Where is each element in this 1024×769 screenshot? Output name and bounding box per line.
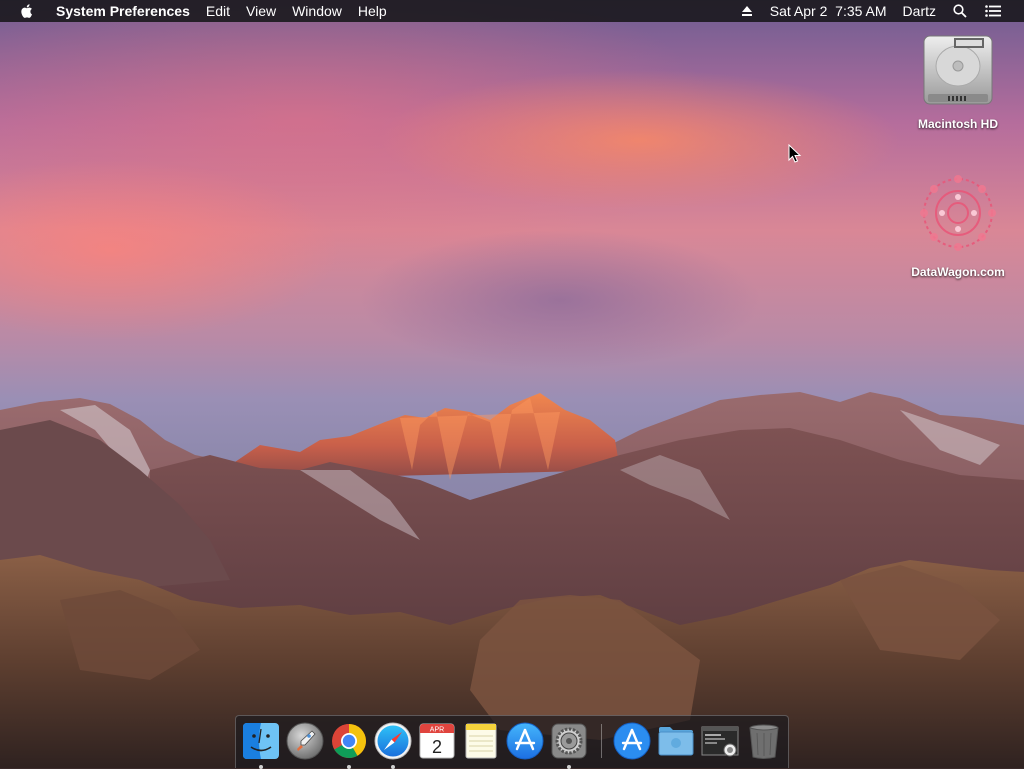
menu-clock[interactable]: Sat Apr 2 7:35 AM — [762, 0, 895, 22]
dock-app-calendar[interactable]: APR 2 — [417, 721, 457, 761]
calendar-icon: APR 2 — [419, 723, 455, 759]
running-indicator — [259, 765, 263, 769]
notes-icon — [465, 723, 497, 759]
desktop-icon-label: DataWagon.com — [911, 265, 1005, 279]
dock-app-app-store[interactable] — [505, 721, 545, 761]
gear-icon — [551, 723, 587, 759]
menu-bar: System Preferences Edit View Window Help… — [0, 0, 1024, 22]
menu-window[interactable]: Window — [284, 0, 350, 22]
hard-drive-icon — [923, 35, 993, 105]
chrome-icon — [332, 724, 366, 758]
folder-icon — [658, 727, 694, 756]
desktop-icon-datawagon[interactable]: DataWagon.com — [898, 170, 1018, 279]
dock-app-chrome[interactable] — [329, 721, 369, 769]
finder-icon — [243, 723, 279, 759]
spotlight-button[interactable] — [944, 0, 976, 22]
search-icon — [953, 4, 967, 18]
dock-stack-downloads[interactable] — [656, 721, 696, 761]
dock-app-launchpad[interactable] — [285, 721, 325, 761]
apple-logo-icon — [21, 4, 32, 18]
screenshot-thumbnail-icon — [701, 726, 739, 757]
desktop-icon-macintosh-hd[interactable]: Macintosh HD — [898, 32, 1018, 131]
dock-app-finder[interactable] — [241, 721, 281, 769]
dock-stack-screenshot[interactable] — [700, 721, 740, 761]
menu-edit[interactable]: Edit — [198, 0, 238, 22]
apple-menu[interactable] — [14, 0, 48, 22]
dock-app-safari[interactable] — [373, 721, 413, 769]
calendar-day: 2 — [432, 737, 442, 757]
dock-stack-applications[interactable] — [612, 721, 652, 761]
safari-compass-icon — [374, 722, 412, 760]
dock-stack-trash[interactable] — [744, 721, 784, 761]
calendar-month: APR — [430, 727, 444, 734]
desktop-icon-label: Macintosh HD — [917, 117, 998, 131]
menu-app-name[interactable]: System Preferences — [48, 0, 198, 22]
mandala-logo-icon — [920, 175, 996, 251]
launchpad-rocket-icon — [286, 722, 324, 760]
trash-icon — [749, 724, 779, 759]
dock-separator — [601, 724, 602, 758]
app-store-icon — [506, 722, 544, 760]
running-indicator — [347, 765, 351, 769]
menu-user[interactable]: Dartz — [895, 0, 944, 22]
running-indicator — [391, 765, 395, 769]
eject-icon — [741, 6, 752, 16]
list-icon — [985, 5, 1001, 17]
menu-help[interactable]: Help — [350, 0, 395, 22]
dock-app-notes[interactable] — [461, 721, 501, 761]
running-indicator — [567, 765, 571, 769]
desktop: Macintosh HD DataWagon.com — [0, 0, 1024, 768]
arrow-cursor-icon — [788, 144, 802, 163]
menu-view[interactable]: View — [238, 0, 284, 22]
notification-center-button[interactable] — [976, 0, 1010, 22]
dock: APR 2 — [235, 715, 789, 769]
wallpaper-mountains — [0, 392, 1024, 768]
eject-menu[interactable] — [732, 0, 762, 22]
app-store-icon — [613, 722, 651, 760]
dock-app-system-preferences[interactable] — [549, 721, 589, 769]
